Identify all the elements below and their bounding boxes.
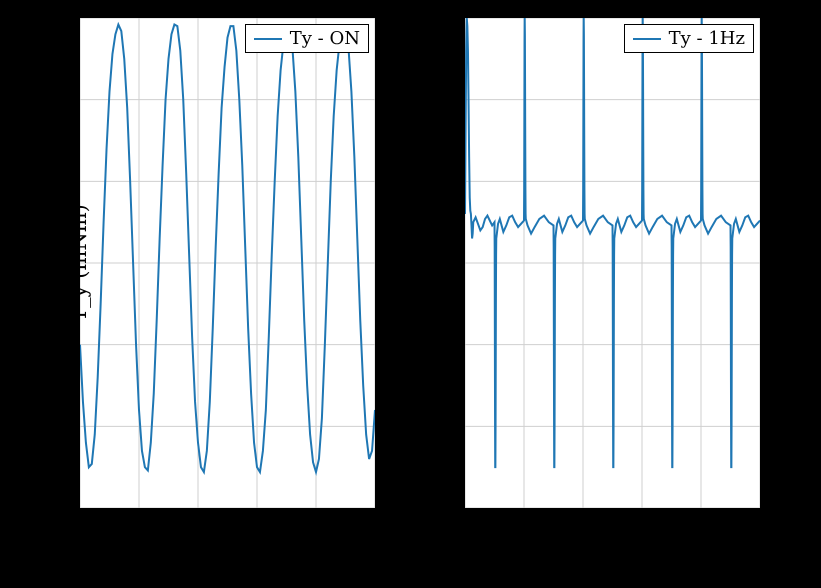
left-legend-label: Ty - ON bbox=[290, 28, 360, 49]
x-tick-label: 1 bbox=[133, 514, 144, 535]
y-tick-label: -15 bbox=[43, 498, 72, 519]
y-tick-label: -5 bbox=[54, 334, 72, 355]
y-tick-label: -15 bbox=[428, 498, 457, 519]
y-tick-label: -5 bbox=[439, 334, 457, 355]
figure: 012345 -15-10-5051015 T_y (mNm) Time (s)… bbox=[0, 0, 821, 588]
right-x-axis-label: Time (s) bbox=[569, 538, 656, 562]
legend-swatch-icon bbox=[633, 38, 661, 40]
right-plot-svg bbox=[465, 18, 760, 508]
y-tick-label: 5 bbox=[61, 171, 72, 192]
x-tick-label: 0 bbox=[459, 514, 470, 535]
y-tick-label: 5 bbox=[446, 171, 457, 192]
y-tick-label: 15 bbox=[434, 8, 457, 29]
x-tick-label: 5 bbox=[754, 514, 765, 535]
left-series-line bbox=[80, 25, 375, 473]
right-legend-label: Ty - 1Hz bbox=[669, 28, 745, 49]
y-tick-label: 0 bbox=[446, 253, 457, 274]
x-tick-label: 4 bbox=[310, 514, 321, 535]
x-tick-label: 1 bbox=[518, 514, 529, 535]
x-tick-label: 2 bbox=[577, 514, 588, 535]
left-x-axis-label: Time (s) bbox=[184, 538, 271, 562]
y-tick-label: -10 bbox=[428, 416, 457, 437]
left-chart-panel: 012345 -15-10-5051015 T_y (mNm) Time (s)… bbox=[80, 18, 375, 508]
legend-swatch-icon bbox=[254, 38, 282, 40]
y-tick-label: 10 bbox=[434, 89, 457, 110]
x-tick-label: 2 bbox=[192, 514, 203, 535]
x-tick-label: 5 bbox=[369, 514, 380, 535]
x-tick-label: 3 bbox=[251, 514, 262, 535]
x-tick-label: 3 bbox=[636, 514, 647, 535]
x-tick-label: 4 bbox=[695, 514, 706, 535]
y-tick-label: 10 bbox=[49, 89, 72, 110]
left-y-axis-label: T_y (mNm) bbox=[67, 204, 91, 322]
x-tick-label: 0 bbox=[74, 514, 85, 535]
right-series-line bbox=[465, 18, 760, 467]
right-legend: Ty - 1Hz bbox=[624, 24, 754, 53]
left-legend: Ty - ON bbox=[245, 24, 369, 53]
right-chart-panel: 012345 -15-10-5051015 Time (s) Ty - 1Hz bbox=[465, 18, 760, 508]
left-gridlines bbox=[80, 18, 375, 508]
y-tick-label: 15 bbox=[49, 8, 72, 29]
left-plot-svg bbox=[80, 18, 375, 508]
y-tick-label: -10 bbox=[43, 416, 72, 437]
